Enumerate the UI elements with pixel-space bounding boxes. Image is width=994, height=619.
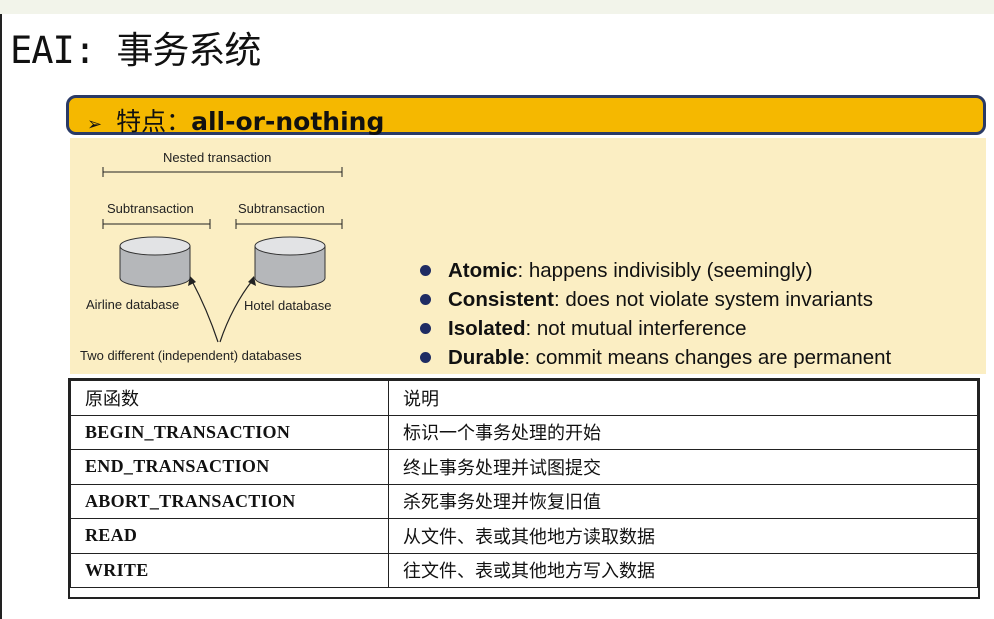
- nested-transaction-label: Nested transaction: [163, 150, 272, 165]
- property-item: Isolated: not mutual interference: [420, 314, 891, 343]
- bullet-dot-icon: [420, 352, 431, 363]
- diagram-caption: Two different (independent) databases: [80, 348, 302, 363]
- airline-database-label: Airline database: [86, 297, 180, 312]
- property-item: Durable: commit means changes are perman…: [420, 343, 891, 372]
- table-row: WRITE 往文件、表或其他地方写入数据: [70, 552, 978, 588]
- heading-prefix: 特点：: [116, 107, 192, 136]
- header-cell-primitive: 原函数: [70, 380, 389, 416]
- property-desc: : not mutual interference: [525, 317, 747, 340]
- heading-emphasis: all-or-nothing: [191, 107, 385, 136]
- subtransaction-label-1: Subtransaction: [107, 201, 194, 216]
- property-term: Durable: [448, 346, 525, 369]
- bullet-dot-icon: [420, 265, 431, 276]
- subtransaction-bracket-1: [102, 219, 211, 229]
- arrowheads: [188, 276, 256, 286]
- primitive-cell: ABORT_TRANSACTION: [70, 483, 389, 519]
- table-row: ABORT_TRANSACTION 杀死事务处理并恢复旧值: [70, 483, 978, 519]
- hotel-database-icon: [254, 236, 326, 288]
- table-row: BEGIN_TRANSACTION 标识一个事务处理的开始: [70, 414, 978, 450]
- airline-database-icon: [119, 236, 191, 288]
- nested-transaction-bracket: [102, 167, 343, 177]
- property-term: Atomic: [448, 259, 518, 282]
- property-item: Atomic: happens indivisibly (seemingly): [420, 256, 891, 285]
- description-cell: 往文件、表或其他地方写入数据: [388, 552, 978, 588]
- property-term: Consistent: [448, 288, 554, 311]
- nested-transaction-diagram: Nested transaction Subtransaction Subtra…: [70, 138, 370, 374]
- arrow-bullet-icon: ➢: [87, 114, 103, 135]
- property-desc: : does not violate system invariants: [553, 288, 873, 311]
- primitive-cell: BEGIN_TRANSACTION: [70, 414, 389, 450]
- property-desc: : happens indivisibly (seemingly): [517, 259, 813, 282]
- transaction-primitives-table: 原函数 说明 BEGIN_TRANSACTION 标识一个事务处理的开始 END…: [70, 380, 978, 588]
- top-strip: [0, 0, 994, 14]
- diagram-graphics: [102, 167, 343, 343]
- hotel-database-label: Hotel database: [244, 298, 332, 313]
- property-item: Consistent: does not violate system inva…: [420, 285, 891, 314]
- description-cell: 标识一个事务处理的开始: [388, 414, 978, 450]
- bullet-dot-icon: [420, 323, 431, 334]
- subtransaction-bracket-2: [235, 219, 343, 229]
- slide-title: EAI: 事务系统: [10, 29, 261, 72]
- table-row: END_TRANSACTION 终止事务处理并试图提交: [70, 449, 978, 485]
- heading-bar: ➢ 特点：all-or-nothing: [66, 95, 986, 138]
- acid-properties-list: Atomic: happens indivisibly (seemingly) …: [420, 256, 891, 372]
- table-row: READ 从文件、表或其他地方读取数据: [70, 518, 978, 554]
- access-arrows: [191, 280, 253, 343]
- primitives-table: 原函数 说明 BEGIN_TRANSACTION 标识一个事务处理的开始 END…: [70, 380, 978, 588]
- subtransaction-label-2: Subtransaction: [238, 201, 325, 216]
- bullet-dot-icon: [420, 294, 431, 305]
- slide-left-border: [0, 14, 2, 619]
- primitive-cell: END_TRANSACTION: [70, 449, 389, 485]
- property-desc: : commit means changes are permanent: [524, 346, 892, 369]
- primitive-cell: READ: [70, 518, 389, 554]
- description-cell: 终止事务处理并试图提交: [388, 449, 978, 485]
- header-cell-description: 说明: [388, 380, 978, 416]
- primitive-cell: WRITE: [70, 552, 389, 588]
- description-cell: 从文件、表或其他地方读取数据: [388, 518, 978, 554]
- description-cell: 杀死事务处理并恢复旧值: [388, 483, 978, 519]
- property-term: Isolated: [448, 317, 526, 340]
- table-header-row: 原函数 说明: [70, 380, 978, 416]
- heading-text: ➢ 特点：all-or-nothing: [87, 102, 384, 138]
